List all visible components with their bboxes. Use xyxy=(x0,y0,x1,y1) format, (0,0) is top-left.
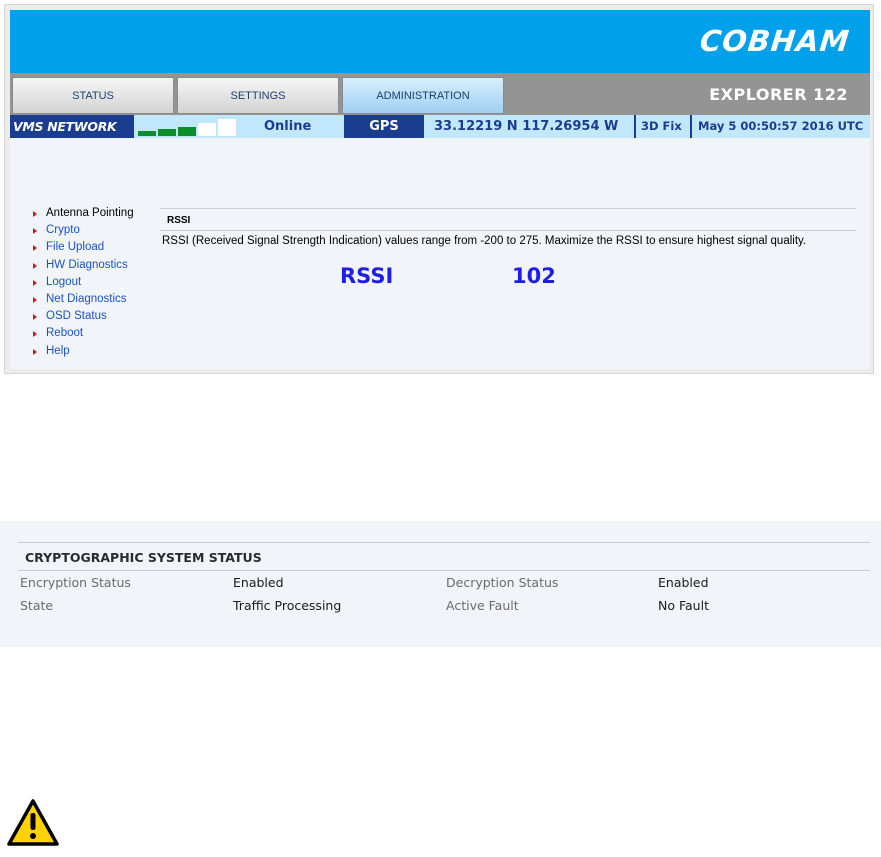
rssi-section-title: RSSI xyxy=(167,215,191,226)
divider xyxy=(160,230,856,231)
bullet-icon xyxy=(33,262,37,269)
menu-item-reboot[interactable]: Reboot xyxy=(30,327,134,344)
bullet-icon xyxy=(33,348,37,355)
signal-strength-icon xyxy=(138,119,238,136)
network-name: VMS NETWORK xyxy=(10,115,134,138)
bullet-icon xyxy=(33,211,37,217)
menu-item-hw-diagnostics[interactable]: HW Diagnostics xyxy=(30,259,134,276)
system-datetime: May 5 00:50:57 2016 UTC xyxy=(698,119,864,133)
rssi-description: RSSI (Received Signal Strength Indicatio… xyxy=(162,235,807,247)
gps-fix: 3D Fix xyxy=(641,119,682,133)
signal-bar-4 xyxy=(198,123,216,136)
bullet-icon xyxy=(33,279,37,286)
signal-bar-1 xyxy=(138,131,156,136)
crypto-status-title: CRYPTOGRAPHIC SYSTEM STATUS xyxy=(25,550,262,565)
divider xyxy=(634,115,636,138)
signal-bar-2 xyxy=(158,129,176,136)
rssi-label: RSSI xyxy=(340,264,394,288)
state-value: Traffic Processing xyxy=(233,598,342,613)
encryption-status-value: Enabled xyxy=(233,575,284,590)
gps-coordinates: 33.12219 N 117.26954 W xyxy=(434,119,619,134)
tab-settings[interactable]: SETTINGS xyxy=(177,77,339,114)
menu-item-file-upload[interactable]: File Upload xyxy=(30,241,134,258)
menu-item-crypto[interactable]: Crypto xyxy=(30,224,134,241)
product-name: EXPLORER 122 xyxy=(709,85,848,104)
menu-item-net-diagnostics[interactable]: Net Diagnostics xyxy=(30,293,134,310)
bullet-icon xyxy=(33,314,37,321)
status-row: Encryption Status Enabled Decryption Sta… xyxy=(18,571,870,594)
bullet-icon xyxy=(33,228,37,235)
status-bar: VMS NETWORK Online GPS 33.12219 N 117.26… xyxy=(10,115,870,138)
warning-triangle-icon xyxy=(7,799,59,846)
signal-bar-5 xyxy=(218,119,236,136)
menu-item-osd-status[interactable]: OSD Status xyxy=(30,310,134,327)
connection-status: Online xyxy=(264,119,312,134)
rssi-value: 102 xyxy=(512,264,556,288)
bullet-icon xyxy=(33,296,37,303)
encryption-status-label: Encryption Status xyxy=(20,575,131,590)
menu-item-antenna-pointing[interactable]: Antenna Pointing xyxy=(30,207,134,224)
tab-administration[interactable]: ADMINISTRATION xyxy=(342,77,504,114)
menu-item-logout[interactable]: Logout xyxy=(30,276,134,293)
explorer-web-ui: COBHAM STATUS SETTINGS ADMINISTRATION EX… xyxy=(4,4,874,374)
divider xyxy=(690,115,692,138)
bullet-icon xyxy=(33,245,37,252)
main-content: Antenna Pointing Crypto File Upload HW D… xyxy=(10,138,870,369)
tab-status[interactable]: STATUS xyxy=(12,77,174,114)
state-label: State xyxy=(20,598,54,613)
decryption-status-value: Enabled xyxy=(658,575,709,590)
active-fault-label: Active Fault xyxy=(446,598,519,613)
gps-label: GPS xyxy=(344,115,424,138)
active-fault-value: No Fault xyxy=(658,598,709,613)
admin-menu: Antenna Pointing Crypto File Upload HW D… xyxy=(30,207,134,362)
status-row: State Traffic Processing Active Fault No… xyxy=(18,594,870,617)
header-banner: COBHAM xyxy=(10,10,870,73)
decryption-status-label: Decryption Status xyxy=(446,575,559,590)
bullet-icon xyxy=(33,331,37,338)
menu-item-help[interactable]: Help xyxy=(30,345,134,362)
signal-bar-3 xyxy=(178,127,196,136)
cobham-logo: COBHAM xyxy=(698,24,852,58)
crypto-status-panel: CRYPTOGRAPHIC SYSTEM STATUS Encryption S… xyxy=(0,521,881,647)
rssi-panel: RSSI RSSI (Received Signal Strength Indi… xyxy=(160,208,856,288)
tab-bar: STATUS SETTINGS ADMINISTRATION EXPLORER … xyxy=(10,73,870,115)
